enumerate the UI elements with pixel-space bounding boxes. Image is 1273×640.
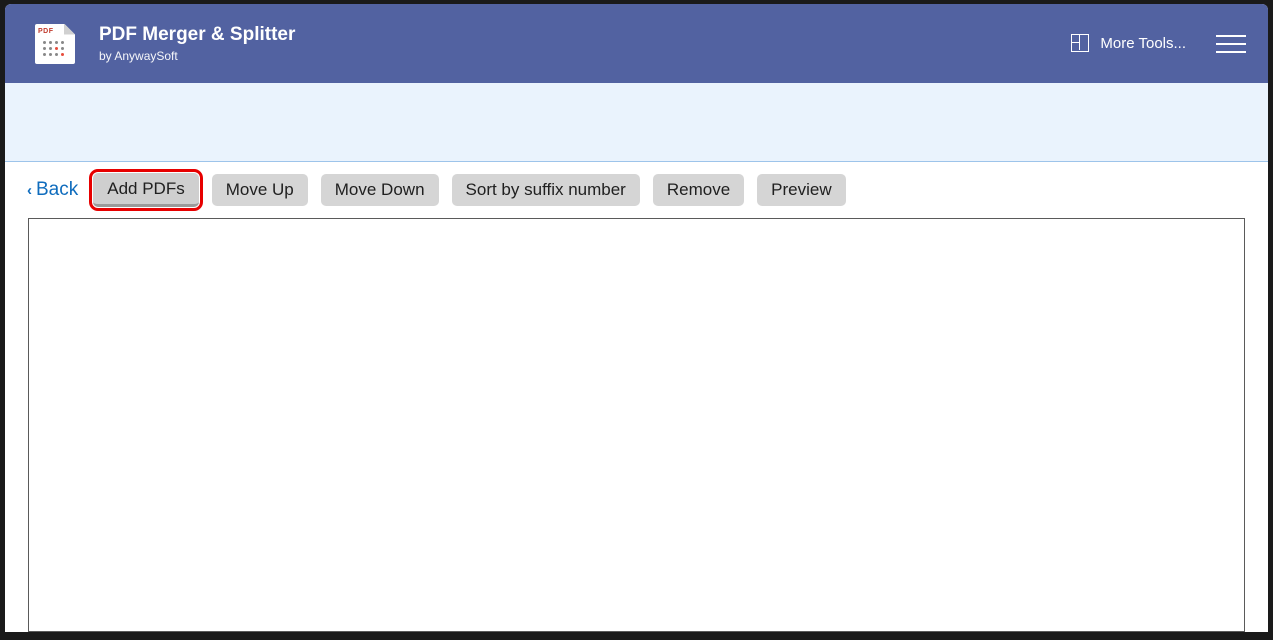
subheader-bar — [5, 83, 1268, 162]
action-toolbar: ‹ Back Add PDFs Move Up Move Down Sort b… — [5, 162, 1268, 218]
app-logo-icon: PDF — [35, 24, 75, 64]
app-window: PDF PDF Merger & Splitter by AnywaySoft … — [5, 4, 1268, 632]
more-tools-button[interactable]: More Tools... — [1071, 34, 1186, 53]
back-label: Back — [36, 179, 78, 201]
chevron-left-icon: ‹ — [27, 182, 32, 199]
app-header: PDF PDF Merger & Splitter by AnywaySoft … — [5, 4, 1268, 83]
app-title-block: PDF Merger & Splitter by AnywaySoft — [99, 24, 295, 63]
hamburger-menu-button[interactable] — [1216, 35, 1246, 53]
move-up-button[interactable]: Move Up — [212, 174, 308, 206]
preview-button[interactable]: Preview — [757, 174, 845, 206]
file-list-panel[interactable] — [28, 218, 1245, 632]
content-area — [5, 218, 1268, 632]
app-title: PDF Merger & Splitter — [99, 24, 295, 47]
grid-icon — [1071, 34, 1090, 53]
move-down-button[interactable]: Move Down — [321, 174, 439, 206]
more-tools-label: More Tools... — [1100, 35, 1186, 52]
remove-button[interactable]: Remove — [653, 174, 744, 206]
back-link[interactable]: ‹ Back — [27, 179, 78, 201]
app-subtitle: by AnywaySoft — [99, 49, 295, 63]
sort-by-suffix-button[interactable]: Sort by suffix number — [452, 174, 640, 206]
add-pdfs-button[interactable]: Add PDFs — [93, 173, 198, 207]
